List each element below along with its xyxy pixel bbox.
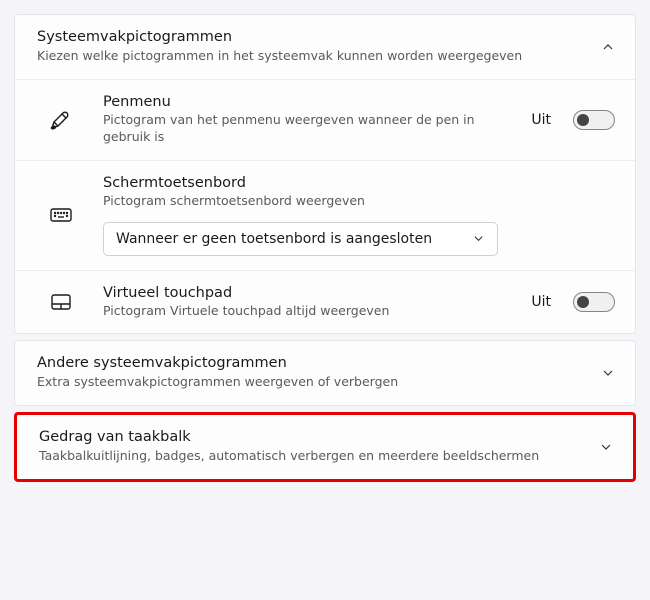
row-touch-keyboard: Schermtoetsenbord Pictogram schermtoetse… <box>15 160 635 270</box>
section-desc: Extra systeemvakpictogrammen weergeven o… <box>37 374 601 391</box>
select-keyboard-mode[interactable]: Wanneer er geen toetsenbord is aangeslot… <box>103 222 498 256</box>
row-desc: Pictogram Virtuele touchpad altijd weerg… <box>103 303 513 320</box>
keyboard-icon <box>37 203 85 227</box>
row-title: Schermtoetsenbord <box>103 175 615 191</box>
row-virtual-touchpad: Virtueel touchpad Pictogram Virtuele tou… <box>15 270 635 334</box>
row-text: Virtueel touchpad Pictogram Virtuele tou… <box>103 285 513 320</box>
row-text: Penmenu Pictogram van het penmenu weerge… <box>103 94 513 146</box>
section-system-tray-icons: Systeemvakpictogrammen Kiezen welke pict… <box>14 14 636 334</box>
row-desc: Pictogram schermtoetsenbord weergeven <box>103 193 615 210</box>
section-other-tray-icons: Andere systeemvakpictogrammen Extra syst… <box>14 340 636 406</box>
header-text: Andere systeemvakpictogrammen Extra syst… <box>37 355 601 391</box>
chevron-up-icon <box>601 40 615 54</box>
select-value: Wanneer er geen toetsenbord is aangeslot… <box>116 231 432 247</box>
section-header-tray[interactable]: Systeemvakpictogrammen Kiezen welke pict… <box>15 15 635 79</box>
chevron-down-icon <box>599 440 613 454</box>
section-title: Gedrag van taakbalk <box>39 429 599 445</box>
row-text: Schermtoetsenbord Pictogram schermtoetse… <box>103 175 615 256</box>
row-title: Virtueel touchpad <box>103 285 513 301</box>
toggle-state-label: Uit <box>531 112 551 128</box>
section-header-other[interactable]: Andere systeemvakpictogrammen Extra syst… <box>15 341 635 405</box>
header-text: Gedrag van taakbalk Taakbalkuitlijning, … <box>39 429 599 465</box>
row-title: Penmenu <box>103 94 513 110</box>
toggle-virtual-touchpad[interactable] <box>573 292 615 312</box>
toggle-pen-menu[interactable] <box>573 110 615 130</box>
chevron-down-icon <box>601 366 615 380</box>
section-header-behavior[interactable]: Gedrag van taakbalk Taakbalkuitlijning, … <box>17 415 633 479</box>
section-desc: Taakbalkuitlijning, badges, automatisch … <box>39 448 599 465</box>
toggle-state-label: Uit <box>531 294 551 310</box>
row-desc: Pictogram van het penmenu weergeven wann… <box>103 112 513 146</box>
section-taskbar-behavior: Gedrag van taakbalk Taakbalkuitlijning, … <box>17 415 633 479</box>
pen-icon <box>37 108 85 132</box>
header-text: Systeemvakpictogrammen Kiezen welke pict… <box>37 29 601 65</box>
section-desc: Kiezen welke pictogrammen in het systeem… <box>37 48 601 65</box>
section-title: Andere systeemvakpictogrammen <box>37 355 601 371</box>
touchpad-icon <box>37 290 85 314</box>
chevron-down-icon <box>471 232 485 246</box>
row-pen-menu: Penmenu Pictogram van het penmenu weerge… <box>15 79 635 160</box>
section-title: Systeemvakpictogrammen <box>37 29 601 45</box>
highlight-box: Gedrag van taakbalk Taakbalkuitlijning, … <box>14 412 636 482</box>
